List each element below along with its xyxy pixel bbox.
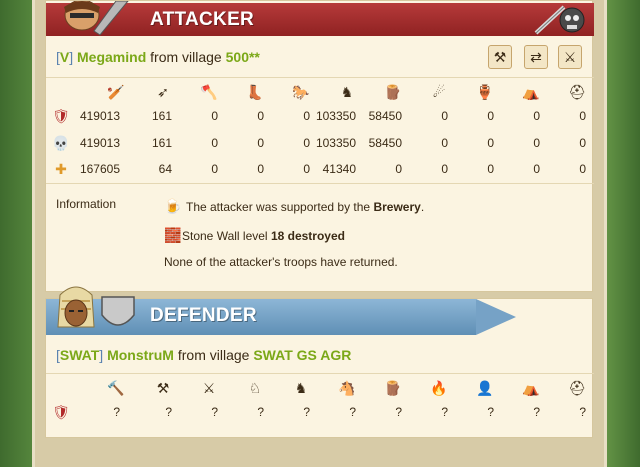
defender-tag-close: ]: [99, 347, 104, 363]
info-no-return-line: None of the attacker's troops have retur…: [164, 255, 398, 269]
info-wall-line: 🧱Stone Wall level 18 destroyed: [164, 226, 345, 244]
simulate-attack-button[interactable]: ⚒: [488, 45, 512, 69]
imperian-icon: ⚔: [202, 380, 216, 396]
stone-wall-icon: 🧱: [164, 227, 182, 243]
attacker-from-text: from village: [150, 49, 222, 65]
legionnaire-icon: 🔨: [107, 380, 125, 396]
troop-count-cell: 0: [579, 162, 586, 176]
attacker-village-link[interactable]: 500**: [226, 49, 260, 65]
fire-catapult-icon: 🔥: [430, 380, 448, 396]
equites-caesaris-icon: 🐴: [338, 380, 356, 396]
paladin-icon: 🐎: [292, 84, 310, 100]
send-again-button[interactable]: ⇄: [524, 45, 548, 69]
equites-imperatoris-icon: ♞: [294, 380, 308, 396]
information-label: Information: [56, 197, 117, 211]
defender-panel: DEFENDER [SWAT] MonstruM from village SW…: [45, 286, 594, 438]
defender-separator: [46, 373, 594, 374]
troop-count-cell: 167605: [79, 162, 120, 176]
attacker-banner-title: ATTACKER: [150, 9, 255, 30]
info-supported-building: Brewery: [373, 200, 421, 214]
attacker-panel: ATTACKER [V] Megamind from village 500**…: [45, 0, 594, 292]
defender-header-line: [SWAT] MonstruM from village SWAT GS AGR: [56, 347, 351, 363]
battering-ram-icon: 🪵: [384, 380, 402, 396]
attacker-info-separator: [46, 183, 594, 184]
defender-banner-title: DEFENDER: [150, 305, 257, 326]
brewery-icon: 🍺: [164, 198, 182, 214]
chief-icon: 🏺: [476, 84, 494, 100]
info-supported-line: 🍺 The attacker was supported by the Brewe…: [164, 197, 424, 215]
defender-from-text: from village: [177, 347, 250, 363]
defender-banner-tip: [476, 299, 516, 335]
defender-alliance-tag[interactable]: SWAT: [60, 347, 99, 363]
info-wall-prefix: Stone Wall level: [182, 229, 268, 243]
info-wall-value: 18 destroyed: [270, 229, 345, 243]
info-supported-prefix: The attacker was supported by the: [186, 200, 371, 214]
skull-swords-icon: [534, 5, 585, 35]
settler-icon: ⛺: [522, 84, 540, 100]
teutonic-knight-icon: ♞: [340, 84, 354, 100]
info-supported-suffix: .: [420, 200, 425, 214]
troop-count-cell: 419013: [79, 136, 120, 150]
spearman-icon: ➶: [157, 84, 169, 100]
senator-icon: 👤: [476, 380, 494, 396]
troop-count-cell: 0: [579, 136, 586, 150]
defender-player-link[interactable]: MonstruM: [107, 347, 174, 363]
equites-legati-icon: ♘: [248, 380, 262, 396]
praetorian-icon: ⚒: [156, 380, 170, 396]
combat-simulator-button[interactable]: ⚔: [558, 45, 582, 69]
attacker-avatar: [64, 1, 129, 36]
attacker-header-line: [V] Megamind from village 500**: [56, 49, 260, 65]
axeman-icon: 🪓: [200, 84, 218, 100]
scout-icon: 👢: [246, 84, 264, 100]
attacker-tag-close: ]: [69, 49, 74, 65]
catapult-icon: ☄: [432, 84, 446, 100]
hero-icon: ⛑: [568, 380, 586, 396]
attacker-player-link[interactable]: Megamind: [77, 49, 146, 65]
troop-count-cell: ?: [579, 405, 586, 419]
defender-village-link[interactable]: SWAT GS AGR: [253, 347, 351, 363]
clubman-icon: 🏏: [107, 84, 125, 100]
troop-count-cell: ?: [113, 405, 120, 419]
settler-icon: ⛺: [522, 380, 540, 396]
troop-count-cell: 0: [579, 109, 586, 123]
attacker-separator: [46, 77, 594, 78]
attacker-alliance-tag[interactable]: V: [60, 49, 69, 65]
defender-avatar: [57, 286, 135, 328]
hero-icon: ⛑: [568, 84, 586, 100]
ram-icon: 🪵: [384, 84, 402, 100]
troop-count-cell: 419013: [79, 109, 120, 123]
